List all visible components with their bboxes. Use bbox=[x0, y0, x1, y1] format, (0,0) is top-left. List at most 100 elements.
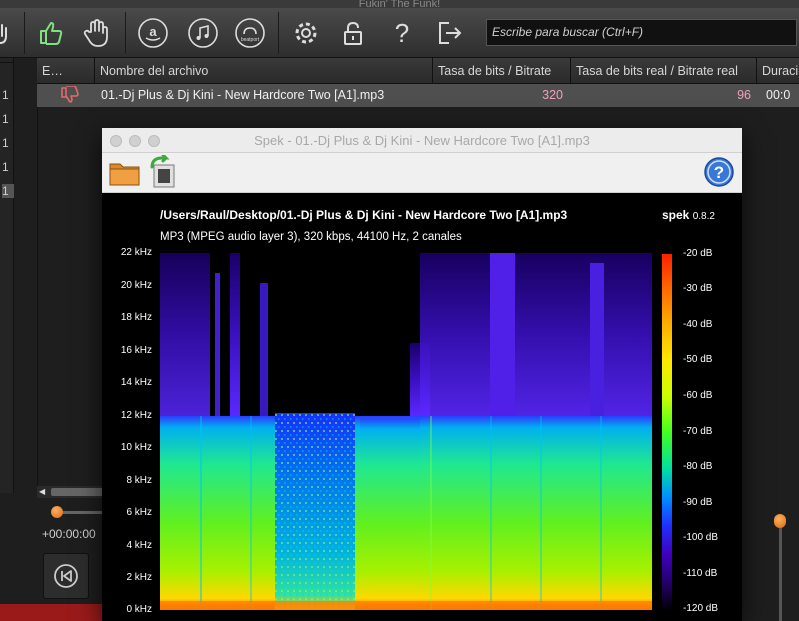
table-border bbox=[37, 107, 38, 488]
left-panel-count[interactable]: 1 bbox=[2, 88, 9, 102]
svg-text:?: ? bbox=[395, 19, 409, 47]
svg-text:?: ? bbox=[714, 163, 724, 182]
freq-label: 4 kHz bbox=[126, 540, 152, 551]
previous-track-button[interactable] bbox=[43, 553, 89, 599]
table-row[interactable]: 01.-Dj Plus & Dj Kini - New Hardcore Two… bbox=[37, 84, 799, 107]
cell-real-bitrate: 96 bbox=[737, 88, 751, 102]
hand-icon bbox=[83, 19, 108, 47]
db-color-scale bbox=[662, 254, 672, 611]
lock-icon bbox=[344, 21, 362, 45]
spek-toolbar: ? bbox=[102, 153, 742, 193]
freq-label: 0 kHz bbox=[126, 604, 152, 615]
cell-duration: 00:0 bbox=[766, 88, 791, 102]
help-button[interactable]: ? bbox=[381, 12, 423, 54]
db-label: -120 dB bbox=[683, 603, 719, 614]
save-icon bbox=[150, 153, 175, 188]
app-root: Fukin' The Funk! a beatport ? Escribe pa… bbox=[0, 0, 799, 621]
question-mark-icon: ? bbox=[395, 19, 409, 47]
left-panel-count[interactable]: 1 bbox=[2, 112, 9, 126]
freq-label: 20 kHz bbox=[120, 280, 152, 291]
db-label: -80 dB bbox=[683, 461, 713, 472]
itunes-button[interactable] bbox=[182, 12, 224, 54]
spek-brand: spek 0.8.2 bbox=[662, 208, 715, 222]
db-label: -90 dB bbox=[683, 497, 713, 508]
spek-brand-name: spek bbox=[662, 208, 690, 222]
left-panel-count[interactable]: 1 bbox=[2, 160, 9, 174]
red-status-bar bbox=[0, 604, 102, 621]
like-button[interactable] bbox=[30, 12, 72, 54]
spek-window-title: Spek - 01.-Dj Plus & Dj Kini - New Hardc… bbox=[254, 133, 590, 148]
db-label: -110 dB bbox=[683, 568, 718, 579]
freq-label: 10 kHz bbox=[120, 442, 152, 453]
position-slider-knob[interactable] bbox=[51, 506, 63, 518]
scrollbar-thumb[interactable] bbox=[51, 488, 107, 496]
spek-audio-info: MP3 (MPEG audio layer 3), 320 kbps, 4410… bbox=[160, 231, 462, 243]
svg-text:beatport: beatport bbox=[241, 37, 260, 43]
svg-text:a: a bbox=[149, 24, 157, 39]
toolbar-separator bbox=[125, 12, 126, 54]
left-panel-count[interactable]: 1 bbox=[2, 184, 14, 198]
volume-slider-knob[interactable] bbox=[774, 514, 786, 528]
left-panel: 1 1 1 1 1 bbox=[0, 58, 14, 493]
db-label: -20 dB bbox=[683, 248, 713, 259]
freq-label: 16 kHz bbox=[120, 345, 152, 356]
exit-icon bbox=[439, 22, 462, 44]
column-header-status[interactable]: E… bbox=[37, 58, 95, 84]
close-window-icon[interactable] bbox=[110, 135, 122, 147]
spectrogram-image bbox=[160, 253, 652, 610]
beatport-button[interactable]: beatport bbox=[229, 12, 271, 54]
table-header: E… Nombre del archivo Tasa de bits / Bit… bbox=[37, 58, 799, 84]
column-header-filename[interactable]: Nombre del archivo bbox=[95, 58, 433, 84]
db-label: -70 dB bbox=[683, 426, 713, 437]
settings-button[interactable] bbox=[285, 12, 327, 54]
freq-label: 22 kHz bbox=[120, 247, 152, 258]
open-file-button[interactable] bbox=[108, 155, 142, 189]
db-label: -60 dB bbox=[683, 390, 713, 401]
beatport-icon: beatport bbox=[235, 18, 265, 48]
db-label: -40 dB bbox=[683, 319, 713, 330]
spek-window: Spek - 01.-Dj Plus & Dj Kini - New Hardc… bbox=[102, 128, 742, 621]
save-button[interactable] bbox=[146, 153, 180, 189]
zoom-window-icon[interactable] bbox=[148, 135, 160, 147]
freq-label: 14 kHz bbox=[120, 377, 152, 388]
spek-file-path: /Users/Raul/Desktop/01.-Dj Plus & Dj Kin… bbox=[160, 208, 568, 222]
scroll-left-arrow-icon[interactable]: ◀ bbox=[39, 486, 45, 498]
stop-hand-button[interactable] bbox=[76, 12, 118, 54]
column-header-bitrate[interactable]: Tasa de bits / Bitrate bbox=[433, 58, 571, 84]
toolbar: a beatport ? Escribe para buscar (Ctrl+F… bbox=[0, 8, 799, 58]
amazon-button[interactable]: a bbox=[132, 12, 174, 54]
thumbs-down-icon bbox=[59, 86, 89, 109]
column-header-duration[interactable]: Duraci bbox=[757, 58, 799, 84]
music-note-icon bbox=[188, 18, 218, 48]
gear-icon bbox=[295, 22, 317, 44]
hand-icon bbox=[0, 24, 7, 44]
toolbar-separator bbox=[278, 12, 279, 54]
search-input[interactable]: Escribe para buscar (Ctrl+F) bbox=[486, 19, 797, 46]
cell-filename: 01.-Dj Plus & Dj Kini - New Hardcore Two… bbox=[101, 88, 385, 102]
freq-label: 2 kHz bbox=[126, 572, 152, 583]
cell-bitrate: 320 bbox=[542, 88, 563, 102]
partial-hand-icon-button[interactable] bbox=[0, 12, 20, 54]
freq-label: 8 kHz bbox=[126, 475, 152, 486]
freq-label: 18 kHz bbox=[120, 312, 152, 323]
column-header-real-bitrate[interactable]: Tasa de bits real / Bitrate real bbox=[571, 58, 757, 84]
lock-button[interactable] bbox=[332, 12, 374, 54]
skip-back-icon bbox=[54, 564, 78, 588]
left-panel-count[interactable]: 1 bbox=[2, 136, 9, 150]
db-label: -100 dB bbox=[683, 532, 719, 543]
spectrogram-canvas: /Users/Raul/Desktop/01.-Dj Plus & Dj Kin… bbox=[102, 193, 742, 621]
volume-slider-track[interactable] bbox=[779, 520, 782, 621]
help-icon: ? bbox=[704, 157, 734, 187]
exit-button[interactable] bbox=[428, 12, 470, 54]
help-button[interactable]: ? bbox=[702, 155, 736, 189]
db-label: -30 dB bbox=[683, 283, 713, 294]
spek-titlebar: Spek - 01.-Dj Plus & Dj Kini - New Hardc… bbox=[102, 128, 742, 153]
folder-icon bbox=[109, 163, 140, 186]
horizontal-scrollbar[interactable]: ◀ bbox=[37, 486, 107, 498]
minimize-window-icon[interactable] bbox=[129, 135, 141, 147]
amazon-icon: a bbox=[138, 18, 168, 48]
freq-label: 6 kHz bbox=[126, 507, 152, 518]
elapsed-time: +00:00:00 bbox=[42, 527, 96, 541]
spek-version: 0.8.2 bbox=[692, 211, 715, 222]
app-title: Fukin' The Funk! bbox=[0, 0, 799, 8]
